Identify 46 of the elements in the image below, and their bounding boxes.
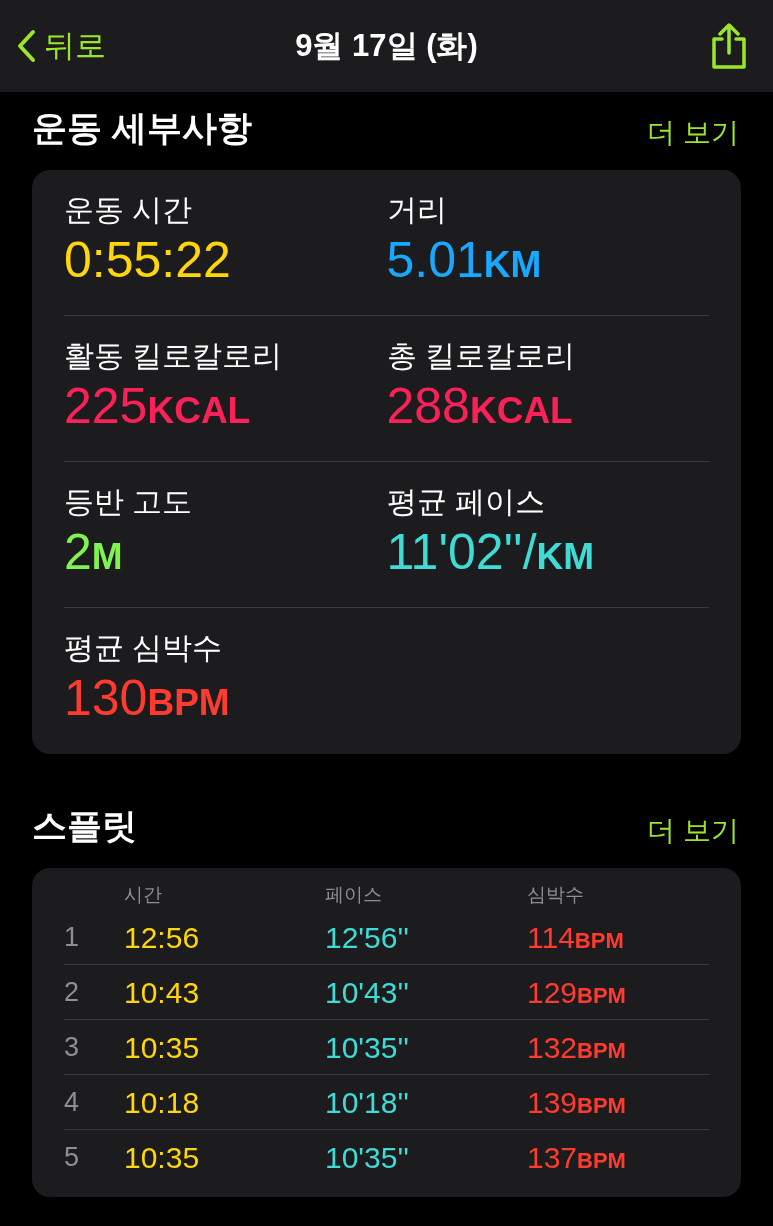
metric-value: 5.01KM <box>386 231 543 290</box>
split-pace: 10'43'' <box>325 974 410 1011</box>
split-pace: 12'56'' <box>325 919 410 956</box>
split-heart-rate: 129BPM <box>527 974 627 1011</box>
split-pace: 10'35'' <box>325 1029 410 1066</box>
metric-label: 등반 고도 <box>64 484 194 520</box>
split-heart-rate: 139BPM <box>527 1084 627 1121</box>
split-time: 10:18 <box>124 1084 201 1121</box>
nav-title: 9월 17일 (화) <box>295 26 478 65</box>
metric-value: 130BPM <box>64 669 231 728</box>
split-number: 3 <box>64 1030 81 1064</box>
metric-value: 11'02''/KM <box>386 523 596 582</box>
share-icon <box>709 23 749 69</box>
metric-label: 평균 심박수 <box>64 630 224 666</box>
split-number: 1 <box>64 920 81 954</box>
metric-label: 활동 킬로칼로리 <box>64 338 284 374</box>
split-pace: 10'35'' <box>325 1140 410 1176</box>
share-button[interactable] <box>709 23 749 69</box>
split-time: 12:56 <box>124 919 201 956</box>
split-time: 10:43 <box>124 974 201 1011</box>
metric-value: 225KCAL <box>64 377 252 436</box>
metric-label: 평균 페이스 <box>386 484 546 520</box>
split-number: 4 <box>64 1085 81 1119</box>
more-link[interactable]: 더 보기 <box>647 810 739 852</box>
metric-label: 거리 <box>386 192 448 228</box>
split-time: 10:35 <box>124 1140 201 1176</box>
back-button[interactable]: 뒤로 <box>16 22 106 70</box>
more-link[interactable]: 더 보기 <box>647 112 739 154</box>
split-time: 10:35 <box>124 1029 201 1066</box>
split-heart-rate: 132BPM <box>527 1029 627 1066</box>
column-header: 심박수 <box>527 882 585 907</box>
metric-value: 0:55:22 <box>64 231 232 290</box>
split-pace: 10'18'' <box>325 1084 410 1121</box>
split-heart-rate: 114BPM <box>527 919 625 956</box>
section-title: 운동 세부사항 <box>32 106 252 149</box>
split-heart-rate: 137BPM <box>527 1140 627 1176</box>
metric-value: 2M <box>64 523 124 582</box>
column-header: 시간 <box>124 882 163 907</box>
chevron-left-icon <box>16 29 36 63</box>
metric-value: 288KCAL <box>386 377 574 436</box>
split-number: 5 <box>64 1141 81 1175</box>
metric-label: 총 킬로칼로리 <box>386 338 576 374</box>
metric-label: 운동 시간 <box>64 192 194 228</box>
column-header: 페이스 <box>325 882 383 907</box>
section-title: 스플릿 <box>32 804 137 847</box>
split-number: 2 <box>64 975 81 1009</box>
